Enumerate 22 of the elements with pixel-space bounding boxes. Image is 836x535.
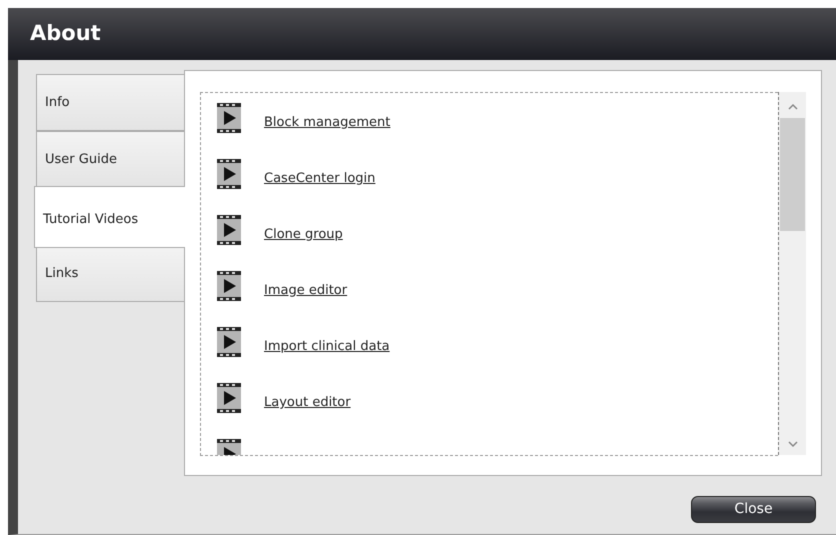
video-link[interactable]: CaseCenter login xyxy=(264,169,376,188)
scroll-down-icon[interactable] xyxy=(786,439,798,449)
tab[interactable]: Info xyxy=(36,74,184,131)
film-play-icon xyxy=(216,103,242,133)
window-title: About xyxy=(8,8,836,60)
film-play-icon xyxy=(216,327,242,357)
tab[interactable]: Tutorial Videos xyxy=(34,186,185,248)
video-link[interactable]: Import clinical data xyxy=(264,337,390,356)
film-play-icon xyxy=(216,159,242,189)
film-play-icon xyxy=(216,215,242,245)
video-link[interactable]: Layout editor xyxy=(264,393,351,412)
film-play-icon xyxy=(216,383,242,413)
close-button[interactable]: Close xyxy=(691,496,816,523)
tab[interactable]: User Guide xyxy=(36,131,184,188)
scrollbar[interactable] xyxy=(778,92,806,455)
scroll-thumb[interactable] xyxy=(780,118,804,231)
tab[interactable]: Links xyxy=(36,245,184,302)
video-link[interactable]: Clone group xyxy=(264,225,343,244)
scroll-up-icon[interactable] xyxy=(786,102,798,112)
film-play-icon xyxy=(216,271,242,301)
video-link[interactable]: Block management xyxy=(264,113,390,132)
video-link[interactable]: Image editor xyxy=(264,281,348,300)
